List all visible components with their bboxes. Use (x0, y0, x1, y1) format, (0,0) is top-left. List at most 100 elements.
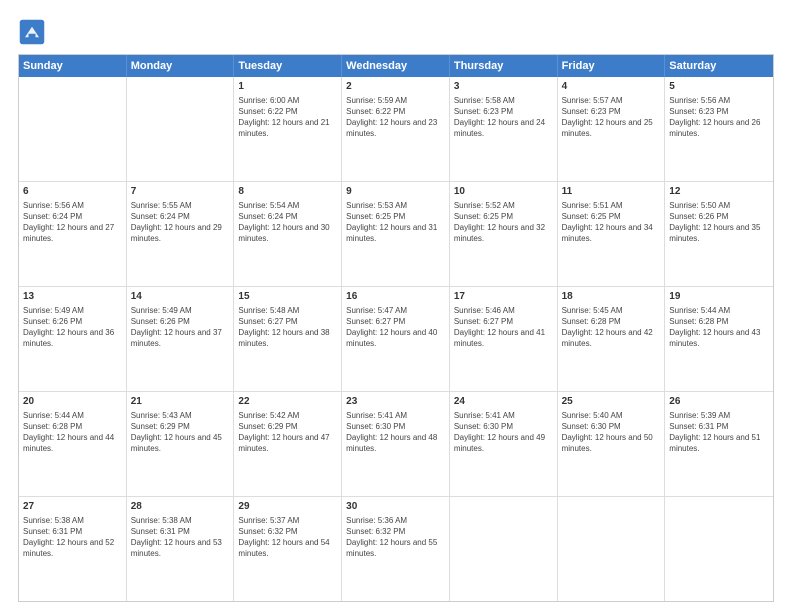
day-number: 2 (346, 80, 445, 94)
cal-cell: 24Sunrise: 5:41 AMSunset: 6:30 PMDayligh… (450, 392, 558, 496)
cal-cell: 8Sunrise: 5:54 AMSunset: 6:24 PMDaylight… (234, 182, 342, 286)
cell-details: Sunrise: 5:57 AMSunset: 6:23 PMDaylight:… (562, 95, 661, 140)
cal-cell: 26Sunrise: 5:39 AMSunset: 6:31 PMDayligh… (665, 392, 773, 496)
cell-details: Sunrise: 5:39 AMSunset: 6:31 PMDaylight:… (669, 410, 769, 455)
cell-details: Sunrise: 5:51 AMSunset: 6:25 PMDaylight:… (562, 200, 661, 245)
day-number: 15 (238, 290, 337, 304)
logo (18, 18, 50, 46)
cell-details: Sunrise: 5:43 AMSunset: 6:29 PMDaylight:… (131, 410, 230, 455)
cal-cell: 2Sunrise: 5:59 AMSunset: 6:22 PMDaylight… (342, 77, 450, 181)
page: SundayMondayTuesdayWednesdayThursdayFrid… (0, 0, 792, 612)
day-number: 16 (346, 290, 445, 304)
header-cell-wednesday: Wednesday (342, 55, 450, 77)
day-number: 19 (669, 290, 769, 304)
cal-cell: 25Sunrise: 5:40 AMSunset: 6:30 PMDayligh… (558, 392, 666, 496)
cell-details: Sunrise: 5:38 AMSunset: 6:31 PMDaylight:… (23, 515, 122, 560)
header-cell-sunday: Sunday (19, 55, 127, 77)
cell-details: Sunrise: 5:44 AMSunset: 6:28 PMDaylight:… (669, 305, 769, 350)
cell-details: Sunrise: 5:42 AMSunset: 6:29 PMDaylight:… (238, 410, 337, 455)
cal-cell: 28Sunrise: 5:38 AMSunset: 6:31 PMDayligh… (127, 497, 235, 601)
cell-details: Sunrise: 5:41 AMSunset: 6:30 PMDaylight:… (454, 410, 553, 455)
calendar-header-row: SundayMondayTuesdayWednesdayThursdayFrid… (19, 55, 773, 77)
cal-cell: 27Sunrise: 5:38 AMSunset: 6:31 PMDayligh… (19, 497, 127, 601)
cal-cell: 23Sunrise: 5:41 AMSunset: 6:30 PMDayligh… (342, 392, 450, 496)
cell-details: Sunrise: 5:44 AMSunset: 6:28 PMDaylight:… (23, 410, 122, 455)
cell-details: Sunrise: 5:49 AMSunset: 6:26 PMDaylight:… (23, 305, 122, 350)
day-number: 24 (454, 395, 553, 409)
day-number: 30 (346, 500, 445, 514)
cal-cell (127, 77, 235, 181)
cal-cell: 18Sunrise: 5:45 AMSunset: 6:28 PMDayligh… (558, 287, 666, 391)
cell-details: Sunrise: 5:58 AMSunset: 6:23 PMDaylight:… (454, 95, 553, 140)
cell-details: Sunrise: 5:55 AMSunset: 6:24 PMDaylight:… (131, 200, 230, 245)
cell-details: Sunrise: 5:37 AMSunset: 6:32 PMDaylight:… (238, 515, 337, 560)
calendar-body: 1Sunrise: 6:00 AMSunset: 6:22 PMDaylight… (19, 77, 773, 601)
calendar: SundayMondayTuesdayWednesdayThursdayFrid… (18, 54, 774, 602)
cal-cell: 17Sunrise: 5:46 AMSunset: 6:27 PMDayligh… (450, 287, 558, 391)
cell-details: Sunrise: 5:56 AMSunset: 6:24 PMDaylight:… (23, 200, 122, 245)
cal-cell: 12Sunrise: 5:50 AMSunset: 6:26 PMDayligh… (665, 182, 773, 286)
cal-cell: 9Sunrise: 5:53 AMSunset: 6:25 PMDaylight… (342, 182, 450, 286)
cal-cell: 10Sunrise: 5:52 AMSunset: 6:25 PMDayligh… (450, 182, 558, 286)
cal-cell: 7Sunrise: 5:55 AMSunset: 6:24 PMDaylight… (127, 182, 235, 286)
cell-details: Sunrise: 5:59 AMSunset: 6:22 PMDaylight:… (346, 95, 445, 140)
cell-details: Sunrise: 6:00 AMSunset: 6:22 PMDaylight:… (238, 95, 337, 140)
cell-details: Sunrise: 5:53 AMSunset: 6:25 PMDaylight:… (346, 200, 445, 245)
cell-details: Sunrise: 5:52 AMSunset: 6:25 PMDaylight:… (454, 200, 553, 245)
cell-details: Sunrise: 5:47 AMSunset: 6:27 PMDaylight:… (346, 305, 445, 350)
cal-cell: 11Sunrise: 5:51 AMSunset: 6:25 PMDayligh… (558, 182, 666, 286)
day-number: 27 (23, 500, 122, 514)
week-row-5: 27Sunrise: 5:38 AMSunset: 6:31 PMDayligh… (19, 496, 773, 601)
logo-icon (18, 18, 46, 46)
cal-cell (665, 497, 773, 601)
cal-cell (450, 497, 558, 601)
cell-details: Sunrise: 5:54 AMSunset: 6:24 PMDaylight:… (238, 200, 337, 245)
day-number: 5 (669, 80, 769, 94)
day-number: 20 (23, 395, 122, 409)
cal-cell: 16Sunrise: 5:47 AMSunset: 6:27 PMDayligh… (342, 287, 450, 391)
cal-cell (19, 77, 127, 181)
week-row-2: 6Sunrise: 5:56 AMSunset: 6:24 PMDaylight… (19, 181, 773, 286)
cell-details: Sunrise: 5:45 AMSunset: 6:28 PMDaylight:… (562, 305, 661, 350)
day-number: 23 (346, 395, 445, 409)
header-cell-monday: Monday (127, 55, 235, 77)
day-number: 10 (454, 185, 553, 199)
cell-details: Sunrise: 5:50 AMSunset: 6:26 PMDaylight:… (669, 200, 769, 245)
cal-cell: 5Sunrise: 5:56 AMSunset: 6:23 PMDaylight… (665, 77, 773, 181)
header-cell-tuesday: Tuesday (234, 55, 342, 77)
header-cell-friday: Friday (558, 55, 666, 77)
cell-details: Sunrise: 5:46 AMSunset: 6:27 PMDaylight:… (454, 305, 553, 350)
day-number: 21 (131, 395, 230, 409)
day-number: 26 (669, 395, 769, 409)
cal-cell: 6Sunrise: 5:56 AMSunset: 6:24 PMDaylight… (19, 182, 127, 286)
day-number: 22 (238, 395, 337, 409)
cell-details: Sunrise: 5:49 AMSunset: 6:26 PMDaylight:… (131, 305, 230, 350)
day-number: 17 (454, 290, 553, 304)
cal-cell: 13Sunrise: 5:49 AMSunset: 6:26 PMDayligh… (19, 287, 127, 391)
day-number: 7 (131, 185, 230, 199)
day-number: 4 (562, 80, 661, 94)
day-number: 18 (562, 290, 661, 304)
cal-cell: 14Sunrise: 5:49 AMSunset: 6:26 PMDayligh… (127, 287, 235, 391)
cell-details: Sunrise: 5:40 AMSunset: 6:30 PMDaylight:… (562, 410, 661, 455)
header-cell-saturday: Saturday (665, 55, 773, 77)
day-number: 11 (562, 185, 661, 199)
day-number: 6 (23, 185, 122, 199)
cal-cell: 15Sunrise: 5:48 AMSunset: 6:27 PMDayligh… (234, 287, 342, 391)
cell-details: Sunrise: 5:48 AMSunset: 6:27 PMDaylight:… (238, 305, 337, 350)
cal-cell: 22Sunrise: 5:42 AMSunset: 6:29 PMDayligh… (234, 392, 342, 496)
week-row-3: 13Sunrise: 5:49 AMSunset: 6:26 PMDayligh… (19, 286, 773, 391)
cell-details: Sunrise: 5:56 AMSunset: 6:23 PMDaylight:… (669, 95, 769, 140)
day-number: 14 (131, 290, 230, 304)
day-number: 9 (346, 185, 445, 199)
cal-cell: 19Sunrise: 5:44 AMSunset: 6:28 PMDayligh… (665, 287, 773, 391)
cell-details: Sunrise: 5:38 AMSunset: 6:31 PMDaylight:… (131, 515, 230, 560)
cal-cell: 21Sunrise: 5:43 AMSunset: 6:29 PMDayligh… (127, 392, 235, 496)
header-cell-thursday: Thursday (450, 55, 558, 77)
cal-cell: 3Sunrise: 5:58 AMSunset: 6:23 PMDaylight… (450, 77, 558, 181)
cal-cell: 30Sunrise: 5:36 AMSunset: 6:32 PMDayligh… (342, 497, 450, 601)
week-row-1: 1Sunrise: 6:00 AMSunset: 6:22 PMDaylight… (19, 77, 773, 181)
day-number: 13 (23, 290, 122, 304)
day-number: 25 (562, 395, 661, 409)
cal-cell: 4Sunrise: 5:57 AMSunset: 6:23 PMDaylight… (558, 77, 666, 181)
